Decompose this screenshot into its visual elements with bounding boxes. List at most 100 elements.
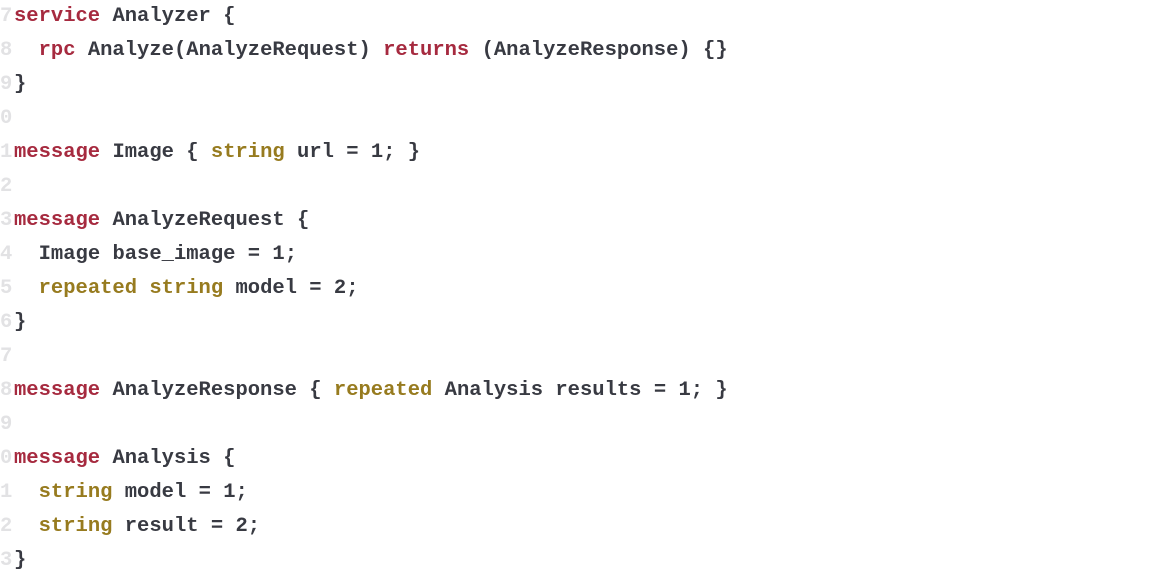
line-number: 3	[0, 204, 14, 238]
token-ident: result	[125, 515, 199, 538]
token-kw-olive: string	[39, 481, 113, 504]
token-punc: ;	[346, 277, 358, 300]
token-punc: =	[199, 481, 211, 504]
code-line[interactable]: 6}	[0, 306, 1150, 340]
code-line[interactable]: 8message AnalyzeResponse { repeated Anal…	[0, 374, 1150, 408]
indent	[14, 243, 39, 266]
token-punc: ;	[248, 515, 260, 538]
token-punc: {	[309, 379, 321, 402]
code-line[interactable]: 0	[0, 102, 1150, 136]
token-ident: Analysis	[112, 447, 210, 470]
line-number: 7	[0, 340, 14, 374]
code-line[interactable]: 4 Image base_image = 1;	[0, 238, 1150, 272]
code-content[interactable]: }	[14, 544, 1150, 578]
token-num: 2	[235, 515, 247, 538]
token-kw-olive: repeated	[39, 277, 137, 300]
code-line[interactable]: 3message AnalyzeRequest {	[0, 204, 1150, 238]
code-line[interactable]: 2	[0, 170, 1150, 204]
line-number: 1	[0, 136, 14, 170]
indent	[14, 515, 39, 538]
code-content[interactable]: service Analyzer {	[14, 0, 1150, 34]
token-space	[322, 277, 334, 300]
line-number: 6	[0, 306, 14, 340]
code-content[interactable]: }	[14, 306, 1150, 340]
token-ident: AnalyzeRequest	[186, 39, 358, 62]
token-space	[199, 141, 211, 164]
token-num: 1	[678, 379, 690, 402]
token-space	[642, 379, 654, 402]
token-punc: ;	[236, 481, 248, 504]
token-num: 1	[272, 243, 284, 266]
code-content[interactable]: message AnalyzeRequest {	[14, 204, 1150, 238]
token-kw-olive: string	[39, 515, 113, 538]
token-punc: }	[408, 141, 420, 164]
token-space	[322, 379, 334, 402]
code-line[interactable]: 1message Image { string url = 1; }	[0, 136, 1150, 170]
token-punc: {	[186, 141, 198, 164]
token-space	[100, 5, 112, 28]
line-number: 8	[0, 34, 14, 68]
code-content[interactable]: string model = 1;	[14, 476, 1150, 510]
token-space	[100, 141, 112, 164]
code-line[interactable]: 1 string model = 1;	[0, 476, 1150, 510]
token-space	[666, 379, 678, 402]
code-line[interactable]: 8 rpc Analyze(AnalyzeRequest) returns (A…	[0, 34, 1150, 68]
token-kw-red: message	[14, 447, 100, 470]
token-kw-red: message	[14, 379, 100, 402]
code-content[interactable]: message Image { string url = 1; }	[14, 136, 1150, 170]
token-space	[100, 243, 112, 266]
token-space	[112, 515, 124, 538]
line-number: 4	[0, 238, 14, 272]
token-punc: =	[248, 243, 260, 266]
token-punc: }	[14, 549, 26, 572]
code-line[interactable]: 7service Analyzer {	[0, 0, 1150, 34]
code-content[interactable]: Image base_image = 1;	[14, 238, 1150, 272]
token-num: 1	[223, 481, 235, 504]
token-punc: {	[223, 5, 235, 28]
token-kw-olive: string	[149, 277, 223, 300]
token-space	[174, 141, 186, 164]
code-editor[interactable]: 7service Analyzer {8 rpc Analyze(Analyze…	[0, 0, 1150, 578]
code-content[interactable]: repeated string model = 2;	[14, 272, 1150, 306]
code-line[interactable]: 9}	[0, 68, 1150, 102]
indent	[14, 39, 39, 62]
token-space	[260, 243, 272, 266]
token-kw-red: returns	[383, 39, 469, 62]
token-space	[359, 141, 371, 164]
token-space	[297, 277, 309, 300]
code-content[interactable]: message Analysis {	[14, 442, 1150, 476]
token-ident: base_image	[112, 243, 235, 266]
token-punc: ;	[285, 243, 297, 266]
token-ident: Image	[39, 243, 101, 266]
token-space	[691, 39, 703, 62]
token-kw-olive: repeated	[334, 379, 432, 402]
token-space	[223, 277, 235, 300]
code-content[interactable]: rpc Analyze(AnalyzeRequest) returns (Ana…	[14, 34, 1150, 68]
token-ident: AnalyzeRequest	[112, 209, 284, 232]
token-kw-olive: string	[211, 141, 285, 164]
code-line[interactable]: 0message Analysis {	[0, 442, 1150, 476]
token-num: 1	[371, 141, 383, 164]
token-punc: )	[678, 39, 690, 62]
code-content[interactable]: }	[14, 68, 1150, 102]
token-punc: }	[715, 379, 727, 402]
token-space	[703, 379, 715, 402]
token-space	[297, 379, 309, 402]
code-line[interactable]: 3}	[0, 544, 1150, 578]
token-punc: }	[14, 73, 26, 96]
code-content[interactable]: string result = 2;	[14, 510, 1150, 544]
code-content[interactable]: message AnalyzeResponse { repeated Analy…	[14, 374, 1150, 408]
code-line[interactable]: 7	[0, 340, 1150, 374]
token-space	[285, 209, 297, 232]
token-space	[469, 39, 481, 62]
line-number: 9	[0, 408, 14, 442]
token-punc: )	[359, 39, 371, 62]
token-punc: ;	[691, 379, 703, 402]
token-space	[186, 481, 198, 504]
token-ident: url	[297, 141, 334, 164]
token-kw-red: message	[14, 209, 100, 232]
token-space	[432, 379, 444, 402]
code-line[interactable]: 9	[0, 408, 1150, 442]
code-line[interactable]: 2 string result = 2;	[0, 510, 1150, 544]
code-line[interactable]: 5 repeated string model = 2;	[0, 272, 1150, 306]
